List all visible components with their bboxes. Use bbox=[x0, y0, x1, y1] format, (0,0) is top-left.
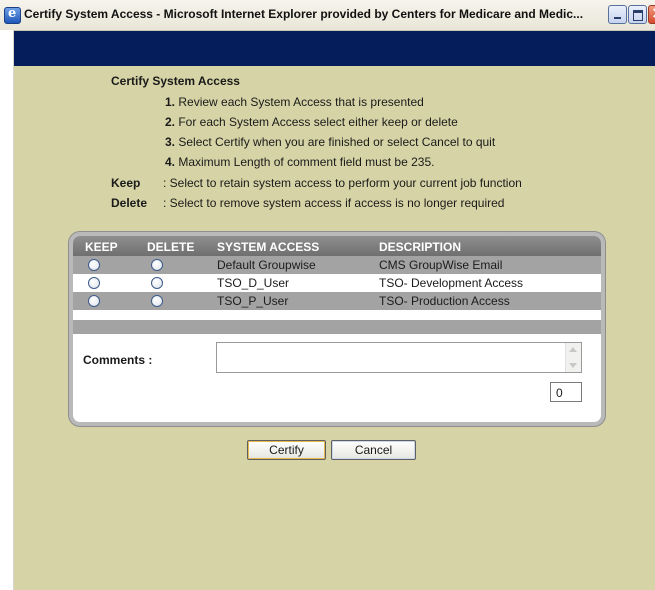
column-header-keep: KEEP bbox=[85, 240, 118, 254]
header-band bbox=[14, 31, 655, 66]
keep-radio[interactable] bbox=[88, 277, 100, 289]
table-row: TSO_P_User TSO- Production Access bbox=[73, 292, 601, 310]
table-row: Default Groupwise CMS GroupWise Email bbox=[73, 256, 601, 274]
cancel-button[interactable]: Cancel bbox=[331, 440, 416, 460]
column-header-description: DESCRIPTION bbox=[379, 240, 462, 254]
delete-radio[interactable] bbox=[151, 277, 163, 289]
certify-button[interactable]: Certify bbox=[247, 440, 326, 460]
window-titlebar: Certify System Access - Microsoft Intern… bbox=[0, 0, 655, 31]
legend-keep-label: Keep bbox=[111, 176, 141, 190]
delete-radio[interactable] bbox=[151, 259, 163, 271]
page-content: Certify System Access 1. Review each Sys… bbox=[14, 31, 655, 590]
description-cell: TSO- Development Access bbox=[379, 276, 524, 290]
column-header-system-access: SYSTEM ACCESS bbox=[217, 240, 320, 254]
legend-keep-text: : Select to retain system access to perf… bbox=[163, 176, 522, 190]
comments-scrollbar[interactable] bbox=[565, 343, 581, 372]
scroll-down-arrow-icon[interactable] bbox=[569, 363, 577, 368]
instruction-step: 4. Maximum Length of comment field must … bbox=[165, 155, 435, 169]
instruction-step: 2. For each System Access select either … bbox=[165, 115, 458, 129]
table-row: TSO_D_User TSO- Development Access bbox=[73, 274, 601, 292]
internet-explorer-icon bbox=[4, 6, 21, 24]
legend-delete-label: Delete bbox=[111, 196, 148, 210]
comments-textarea[interactable] bbox=[216, 342, 582, 373]
instructions-title: Certify System Access bbox=[111, 74, 240, 88]
instruction-step: 1. Review each System Access that is pre… bbox=[165, 95, 424, 109]
table-footer-bar bbox=[73, 320, 601, 334]
system-access-cell: TSO_D_User bbox=[217, 276, 290, 290]
window-left-edge bbox=[0, 30, 14, 590]
description-cell: CMS GroupWise Email bbox=[379, 258, 503, 272]
description-cell: TSO- Production Access bbox=[379, 294, 510, 308]
window-title: Certify System Access - Microsoft Intern… bbox=[24, 7, 584, 21]
character-count-field: 0 bbox=[550, 382, 582, 402]
system-access-cell: Default Groupwise bbox=[217, 258, 316, 272]
column-header-delete: DELETE bbox=[147, 240, 195, 254]
keep-radio[interactable] bbox=[88, 259, 100, 271]
minimize-button[interactable] bbox=[608, 5, 627, 24]
maximize-button[interactable] bbox=[628, 5, 647, 24]
table-header: KEEP DELETE SYSTEM ACCESS DESCRIPTION bbox=[73, 236, 601, 256]
instruction-step: 3. Select Certify when you are finished … bbox=[165, 135, 496, 149]
system-access-panel: KEEP DELETE SYSTEM ACCESS DESCRIPTION De… bbox=[69, 232, 605, 426]
legend-delete-text: : Select to remove system access if acce… bbox=[163, 196, 505, 210]
delete-radio[interactable] bbox=[151, 295, 163, 307]
close-button[interactable] bbox=[648, 3, 655, 24]
system-access-cell: TSO_P_User bbox=[217, 294, 289, 308]
comments-label: Comments : bbox=[83, 353, 153, 367]
keep-radio[interactable] bbox=[88, 295, 100, 307]
scroll-up-arrow-icon[interactable] bbox=[569, 347, 577, 352]
